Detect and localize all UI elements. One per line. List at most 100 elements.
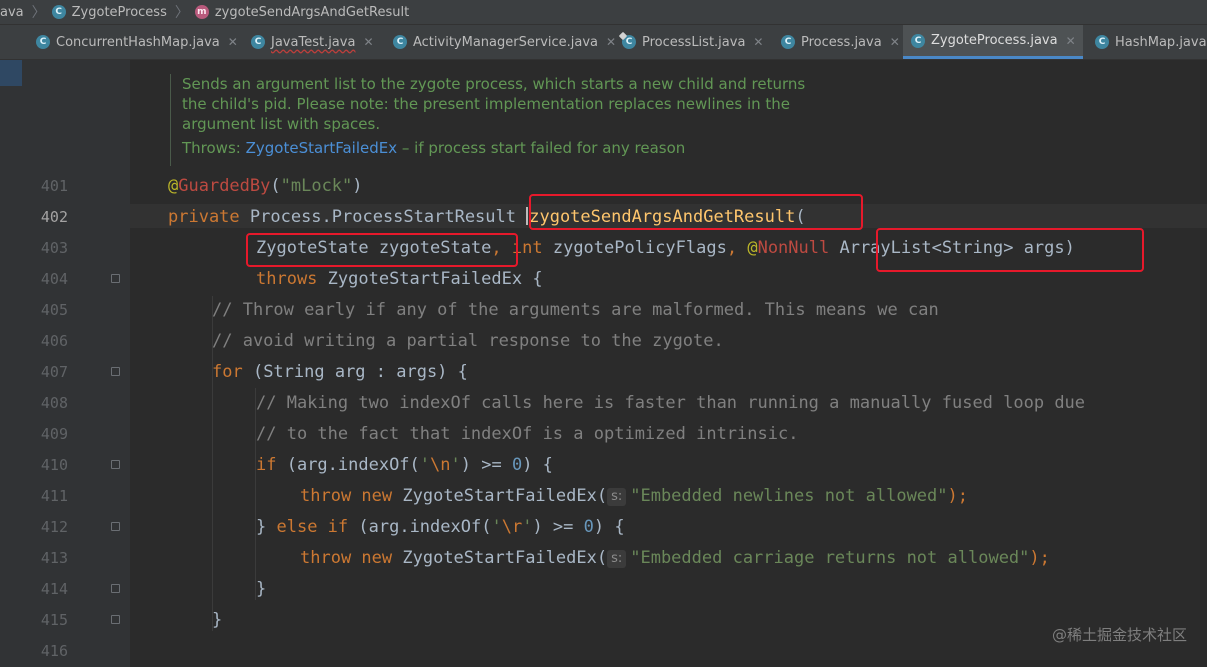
class-icon: C (36, 35, 50, 49)
doc-line: argument list with spaces. (182, 115, 381, 133)
throws-link[interactable]: ZygoteStartFailedEx (246, 139, 398, 157)
punct: ) (352, 176, 363, 196)
tab-label: ConcurrentHashMap.java (56, 34, 220, 50)
tab-label: JavaTest.java (271, 34, 356, 50)
line-number: 402 (40, 208, 68, 226)
annotation-name: GuardedBy (178, 176, 271, 196)
tab-javatest[interactable]: C JavaTest.java ✕ (243, 25, 374, 59)
keyword: new (351, 548, 393, 568)
punct: ); (947, 486, 968, 506)
code-line-405[interactable]: // Throw early if any of the arguments a… (212, 299, 939, 321)
line-number: 401 (40, 177, 68, 195)
annotation-at: @ (737, 238, 758, 258)
breadcrumb-item-method[interactable]: m zygoteSendArgsAndGetResult (194, 4, 410, 20)
code-text: ) { (522, 455, 553, 475)
fold-marker-icon[interactable] (111, 274, 120, 283)
fold-marker-icon[interactable] (111, 522, 120, 531)
line-number: 410 (40, 456, 68, 474)
code-line-408[interactable]: // Making two indexOf calls here is fast… (256, 392, 1085, 414)
tab-hashmap[interactable]: C HashMap.java (1087, 25, 1207, 59)
keyword: new (351, 486, 393, 506)
close-icon[interactable]: ✕ (890, 35, 900, 49)
number-literal: 0 (583, 517, 594, 537)
code-line-414[interactable]: } (256, 578, 266, 600)
char-quote: ' (419, 455, 431, 475)
line-number: 404 (40, 270, 68, 288)
tool-window-marker[interactable] (0, 60, 22, 86)
line-number: 409 (40, 425, 68, 443)
breadcrumb-label: ZygoteProcess (71, 4, 167, 20)
chevron-right-icon: 〉 (31, 5, 46, 21)
code-text: ZygoteStartFailedEx { (317, 269, 543, 289)
fold-marker-icon[interactable] (111, 367, 120, 376)
fold-marker-icon[interactable] (111, 615, 120, 624)
throws-text: – if process start failed for any reason (397, 139, 686, 157)
tab-label: HashMap.java (1115, 34, 1207, 50)
class-icon: C (1095, 35, 1109, 49)
code-line-404[interactable]: throws ZygoteStartFailedEx { (256, 268, 543, 290)
keyword: if (256, 455, 277, 475)
code-line-407[interactable]: for (String arg : args) { (212, 361, 468, 383)
code-text: (arg.indexOf( (348, 517, 492, 537)
fold-marker-icon[interactable] (111, 460, 120, 469)
class-icon: C (393, 35, 407, 49)
tab-processlist[interactable]: C ProcessList.java ✕ (614, 25, 763, 59)
line-number: 406 (40, 332, 68, 350)
code-text: (arg.indexOf( (276, 455, 420, 475)
code-text: ) { (593, 517, 625, 537)
breadcrumb-label: zygoteSendArgsAndGetResult (214, 4, 410, 20)
line-number: 412 (40, 518, 68, 536)
code-text: ZygoteStartFailedEx( (392, 548, 608, 568)
tab-process[interactable]: C Process.java ✕ (773, 25, 900, 59)
fold-marker-icon[interactable] (111, 584, 120, 593)
code-text: ZygoteStartFailedEx( (392, 486, 608, 506)
tab-zygoteprocess[interactable]: C ZygoteProcess.java ✕ (903, 25, 1083, 59)
close-icon[interactable]: ✕ (1066, 34, 1076, 48)
doc-line: Sends an argument list to the zygote pro… (182, 75, 806, 93)
code-line-406[interactable]: // avoid writing a partial response to t… (212, 330, 724, 352)
tab-label: Process.java (801, 34, 882, 50)
code-line-401[interactable]: @GuardedBy("mLock") (168, 175, 363, 197)
code-line-410[interactable]: if (arg.indexOf('\n') >= 0) { (256, 454, 553, 476)
line-number: 416 (40, 642, 68, 660)
code-line-413[interactable]: throw new ZygoteStartFailedEx(s: "Embedde… (300, 547, 1050, 569)
highlight-box-method-name (529, 194, 863, 230)
tab-concurrenthashmap[interactable]: C ConcurrentHashMap.java ✕ (28, 25, 238, 59)
tab-activitymanagerservice[interactable]: C ActivityManagerService.java ✕ (385, 25, 616, 59)
annotation-at: @ (168, 176, 179, 196)
char-quote: ' (491, 517, 502, 537)
breadcrumb-item-class[interactable]: C ZygoteProcess (51, 4, 167, 20)
throws-label: Throws: (182, 139, 241, 157)
line-number: 414 (40, 580, 68, 598)
close-icon[interactable]: ✕ (753, 35, 763, 49)
keyword: else (276, 517, 318, 537)
doc-throws: Throws: ZygoteStartFailedEx – if process… (182, 138, 810, 158)
line-number: 407 (40, 363, 68, 381)
char-quote: ' (522, 517, 533, 537)
breadcrumb-label: ava (0, 4, 24, 20)
parameter-hint: s: (607, 550, 627, 568)
close-icon[interactable]: ✕ (228, 35, 238, 49)
param-policy-flags: zygotePolicyFlags (542, 238, 727, 258)
string-literal: "Embedded newlines not allowed" (630, 486, 948, 506)
punct: ( (270, 176, 281, 196)
watermark: @稀土掘金技术社区 (1051, 626, 1187, 644)
char-quote: ' (450, 455, 461, 475)
class-icon: C (911, 33, 925, 48)
code-line-412[interactable]: } else if (arg.indexOf('\r') >= 0) { (256, 516, 625, 538)
tool-window-strip (0, 60, 22, 667)
editor-tab-bar: C ConcurrentHashMap.java ✕ C JavaTest.ja… (0, 25, 1207, 60)
breadcrumb: ava 〉 C ZygoteProcess 〉 m zygoteSendArgs… (0, 0, 1207, 25)
code-line-409[interactable]: // to the fact that indexOf is a optimiz… (256, 423, 798, 445)
highlight-box-zygote-state (246, 233, 518, 267)
code-line-411[interactable]: throw new ZygoteStartFailedEx(s: "Embedde… (300, 485, 968, 507)
close-icon[interactable]: ✕ (363, 35, 373, 49)
keyword: throw (300, 548, 352, 568)
escape-sequence: \r (501, 517, 523, 537)
text-caret (526, 207, 529, 225)
string-literal: "mLock" (280, 176, 353, 196)
breadcrumb-item-package[interactable]: ava (0, 5, 24, 20)
punct: ); (1029, 548, 1050, 568)
code-line-415[interactable]: } (212, 609, 222, 631)
class-icon: C (251, 35, 265, 49)
